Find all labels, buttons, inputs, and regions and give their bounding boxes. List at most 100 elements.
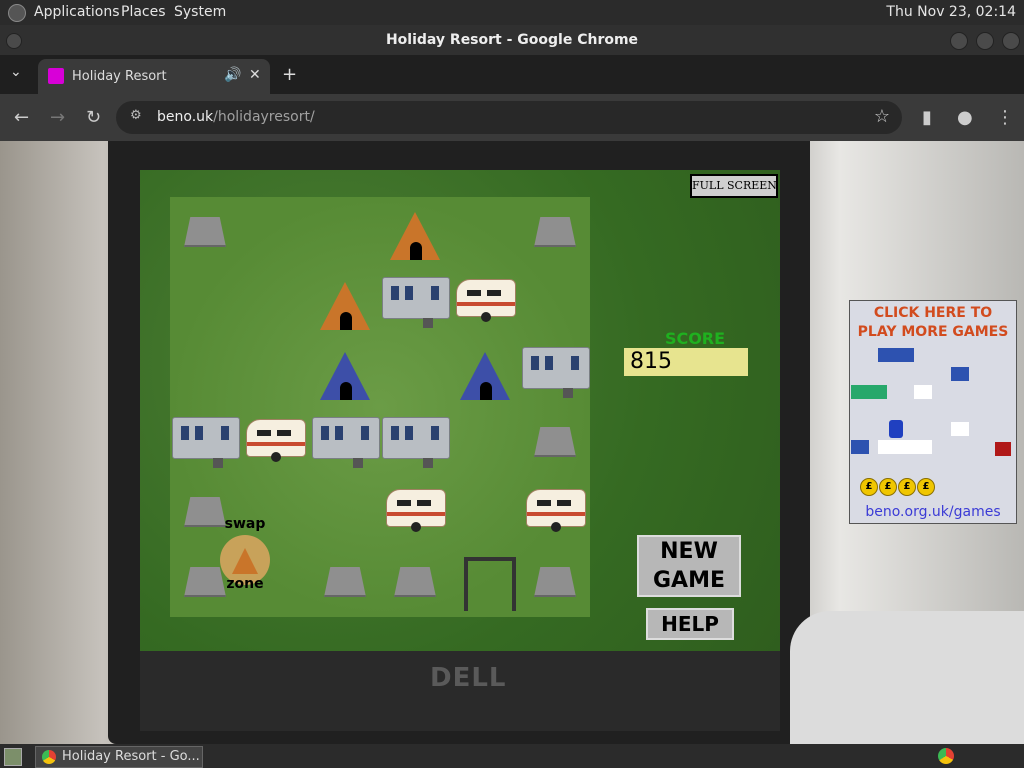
tab-search-chevron-icon[interactable]: ⌄ <box>10 64 22 80</box>
window <box>397 500 411 506</box>
static-caravan[interactable] <box>520 337 590 407</box>
tab-holiday-resort[interactable]: Holiday Resort 🔊 ✕ <box>38 59 270 94</box>
new-game-line2: GAME <box>652 568 725 593</box>
blue-tent[interactable] <box>310 337 380 407</box>
show-desktop-icon[interactable] <box>4 748 22 766</box>
touring-caravan[interactable] <box>450 267 520 337</box>
address-bar[interactable]: ⚙ beno.uk/holidayresort/ ☆ <box>116 101 902 134</box>
steps <box>563 388 573 398</box>
window-title: Holiday Resort - Google Chrome <box>385 32 639 48</box>
touring-caravan-icon <box>246 419 306 462</box>
steps <box>423 458 433 468</box>
static-caravan[interactable] <box>310 407 380 477</box>
rock-pitch[interactable] <box>520 547 590 617</box>
rock-icon <box>394 567 436 597</box>
stripe <box>387 512 445 516</box>
rock-pitch[interactable] <box>520 197 590 267</box>
clock[interactable]: Thu Nov 23, 02:14 <box>886 4 1016 20</box>
window <box>487 290 501 296</box>
ad-url-link[interactable]: beno.org.uk/games <box>850 504 1016 520</box>
ad-line2: PLAY MORE GAMES <box>857 324 1009 340</box>
new-game-button[interactable]: NEW GAME <box>637 535 741 597</box>
maximize-button[interactable] <box>976 32 994 50</box>
close-window-button[interactable] <box>1002 32 1020 50</box>
help-button[interactable]: HELP <box>646 608 734 640</box>
touring-caravan[interactable] <box>520 477 590 547</box>
window <box>221 426 229 440</box>
rock-icon <box>534 217 576 247</box>
bookmark-star-icon[interactable]: ☆ <box>874 106 890 127</box>
score-value: 815 <box>624 348 748 376</box>
white-block <box>878 440 896 454</box>
game-canvas[interactable]: swap zone FULL SCREEN SCORE 815 NEW GAME … <box>140 170 780 651</box>
static-caravan-icon <box>382 417 450 468</box>
blue-block <box>851 440 869 454</box>
tab-label: Holiday Resort <box>72 69 167 84</box>
reload-icon[interactable]: ↻ <box>86 107 101 128</box>
side-panel-icon[interactable]: ▮ <box>922 107 932 128</box>
window <box>181 426 189 440</box>
profile-icon[interactable]: ● <box>957 107 973 128</box>
stripe <box>247 442 305 446</box>
url-path: /holidayresort/ <box>213 109 315 125</box>
window <box>391 426 399 440</box>
back-arrow-icon[interactable]: ← <box>14 107 29 128</box>
window <box>431 286 439 300</box>
url-text[interactable]: beno.uk/holidayresort/ <box>157 109 315 125</box>
window <box>361 426 369 440</box>
white-block <box>914 385 932 399</box>
rock-pitch[interactable] <box>310 547 380 617</box>
more-games-ad[interactable]: CLICK HERE TO PLAY MORE GAMES £ £ £ £ ben… <box>849 300 1017 524</box>
window <box>257 430 271 436</box>
taskbar: Holiday Resort - Go... <box>0 744 1024 768</box>
window <box>321 426 329 440</box>
green-block <box>851 385 869 399</box>
static-caravan-icon <box>382 277 450 328</box>
system-menu[interactable]: System <box>174 4 226 20</box>
kebab-menu-icon[interactable]: ⋮ <box>996 107 1014 128</box>
static-caravan[interactable] <box>380 267 450 337</box>
window-titlebar[interactable]: Holiday Resort - Google Chrome <box>0 25 1024 55</box>
window <box>405 426 413 440</box>
minimize-button[interactable] <box>950 32 968 50</box>
close-tab-icon[interactable]: ✕ <box>249 67 261 83</box>
forward-arrow-icon[interactable]: → <box>50 107 65 128</box>
blue-tent[interactable] <box>450 337 520 407</box>
static-caravan[interactable] <box>380 407 450 477</box>
phone-photo <box>790 611 1024 744</box>
rock-pitch[interactable] <box>520 407 590 477</box>
static-caravan[interactable] <box>170 407 240 477</box>
rock-icon <box>324 567 366 597</box>
places-menu[interactable]: Places <box>121 4 166 20</box>
red-enemy-icon <box>995 442 1011 456</box>
touring-caravan[interactable] <box>380 477 450 547</box>
full-screen-button[interactable]: FULL SCREEN <box>690 174 778 198</box>
frame[interactable] <box>450 547 520 617</box>
rock-pitch[interactable] <box>380 547 450 617</box>
chrome-tray-icon[interactable] <box>938 748 954 764</box>
ad-line1: CLICK HERE TO <box>873 305 993 321</box>
touring-caravan[interactable] <box>240 407 310 477</box>
rock-pitch[interactable] <box>170 477 240 547</box>
frame-icon <box>464 557 516 611</box>
new-tab-icon[interactable]: + <box>282 64 297 85</box>
rock-icon <box>534 427 576 457</box>
window <box>391 286 399 300</box>
audio-playing-icon[interactable]: 🔊 <box>224 67 241 83</box>
orange-tent[interactable] <box>380 197 450 267</box>
rock-icon <box>534 567 576 597</box>
player-character-icon <box>889 420 903 438</box>
green-block <box>869 385 887 399</box>
blue-block <box>878 348 896 362</box>
steps <box>213 458 223 468</box>
steps <box>423 318 433 328</box>
gnome-foot-icon[interactable] <box>8 4 26 22</box>
rock-pitch[interactable] <box>170 197 240 267</box>
taskbar-window-button[interactable]: Holiday Resort - Go... <box>35 746 203 768</box>
window <box>557 500 571 506</box>
site-info-icon[interactable]: ⚙ <box>130 108 142 123</box>
orange-tent[interactable] <box>310 267 380 337</box>
score-label: SCORE <box>664 329 726 348</box>
applications-menu[interactable]: Applications <box>34 4 120 20</box>
blue-block <box>896 348 914 362</box>
